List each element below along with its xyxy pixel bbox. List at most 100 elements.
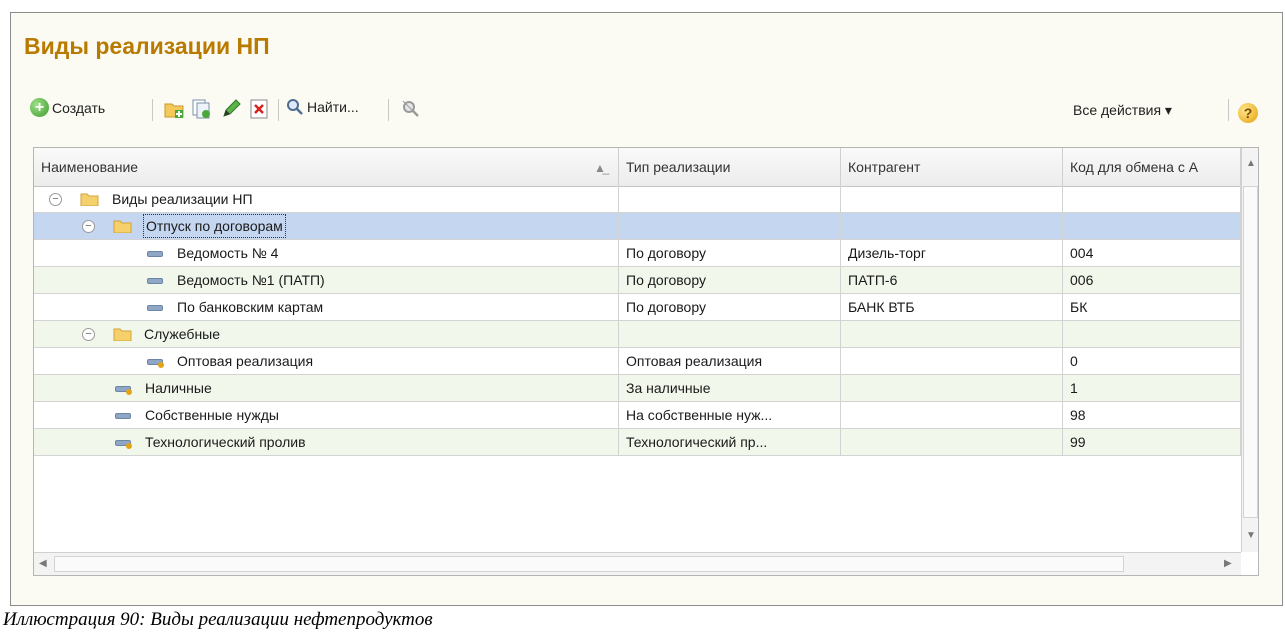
collapse-icon[interactable]: − [82, 328, 95, 341]
delete-mark-icon[interactable] [248, 98, 270, 120]
scroll-right-icon[interactable]: ▶ [1224, 558, 1232, 569]
name-cell: − Служебные [34, 321, 619, 347]
item-icon [115, 413, 131, 419]
code-cell: 99 [1063, 429, 1241, 455]
page-title: Виды реализации НП [24, 33, 270, 59]
create-button[interactable]: + Создать [30, 98, 105, 117]
row-name: Ведомость № 4 [177, 245, 279, 261]
name-cell: По банковским картам [34, 294, 619, 320]
collapse-icon[interactable]: − [49, 193, 62, 206]
create-label: Создать [52, 99, 106, 116]
horizontal-scroll-thumb[interactable] [54, 556, 1124, 572]
table-row[interactable]: По банковским картам По договору БАНК ВТ… [34, 294, 1241, 321]
toolbar: + Создать Найти... Все действия ▾ [30, 94, 1270, 128]
row-name: Ведомость №1 (ПАТП) [177, 272, 325, 288]
code-cell [1063, 213, 1241, 239]
counterparty-cell: ПАТП-6 [841, 267, 1063, 293]
counterparty-cell: БАНК ВТБ [841, 294, 1063, 320]
figure-caption: Иллюстрация 90: Виды реализации нефтепро… [3, 609, 433, 630]
add-icon: + [30, 98, 49, 117]
type-cell: Оптовая реализация [619, 348, 841, 374]
item-icon [147, 251, 163, 257]
table-row[interactable]: − Виды реализации НП [34, 186, 1241, 213]
code-cell: 98 [1063, 402, 1241, 428]
name-cell: − Виды реализации НП [34, 186, 619, 212]
scroll-up-icon[interactable]: ▲ [1246, 158, 1256, 169]
edit-pencil-icon[interactable] [220, 98, 242, 120]
copy-icon[interactable] [190, 98, 212, 120]
column-header-counterparty[interactable]: Контрагент [841, 148, 1063, 186]
type-cell [619, 213, 841, 239]
type-cell: За наличные [619, 375, 841, 401]
type-cell: Технологический пр... [619, 429, 841, 455]
counterparty-cell: Дизель-торг [841, 240, 1063, 266]
item-icon [147, 305, 163, 311]
folder-icon [113, 328, 132, 341]
help-icon[interactable]: ? [1238, 103, 1258, 123]
name-cell: Собственные нужды [34, 402, 619, 428]
table-row[interactable]: Собственные нужды На собственные нуж... … [34, 402, 1241, 429]
name-cell: Ведомость №1 (ПАТП) [34, 267, 619, 293]
code-cell [1063, 321, 1241, 347]
horizontal-scrollbar[interactable]: ◀ ▶ [34, 552, 1241, 575]
table-row[interactable]: Оптовая реализация Оптовая реализация 0 [34, 348, 1241, 375]
item-icon [147, 278, 163, 284]
vertical-scroll-thumb[interactable] [1243, 186, 1258, 518]
counterparty-cell [841, 348, 1063, 374]
folder-icon [113, 220, 132, 233]
predefined-dot-icon [126, 389, 132, 395]
toolbar-separator [1228, 99, 1229, 121]
column-header-code[interactable]: Код для обмена с А [1063, 148, 1241, 186]
hierarchical-list[interactable]: Наименование ▲̲ Тип реализации Контраген… [33, 147, 1259, 576]
toolbar-separator [278, 99, 279, 121]
row-name: Наличные [145, 380, 212, 396]
type-cell: По договору [619, 240, 841, 266]
table-row[interactable]: Ведомость № 4 По договору Дизель-торг 00… [34, 240, 1241, 267]
type-cell: По договору [619, 294, 841, 320]
name-cell: Оптовая реализация [34, 348, 619, 374]
name-cell: − Отпуск по договорам [34, 213, 619, 239]
magnifier-icon [287, 99, 303, 115]
row-name: Оптовая реализация [177, 353, 314, 369]
collapse-icon[interactable]: − [82, 220, 95, 233]
column-header-name[interactable]: Наименование [34, 148, 619, 186]
code-cell: 004 [1063, 240, 1241, 266]
counterparty-cell [841, 375, 1063, 401]
row-name: Собственные нужды [145, 407, 279, 423]
table-row[interactable]: Ведомость №1 (ПАТП) По договору ПАТП-6 0… [34, 267, 1241, 294]
code-cell: 1 [1063, 375, 1241, 401]
name-cell: Ведомость № 4 [34, 240, 619, 266]
toolbar-separator [388, 99, 389, 121]
find-button[interactable]: Найти... [286, 98, 359, 116]
table-row[interactable]: − Служебные [34, 321, 1241, 348]
table-row[interactable]: Наличные За наличные 1 [34, 375, 1241, 402]
name-cell: Технологический пролив [34, 429, 619, 455]
row-name: Отпуск по договорам [143, 214, 286, 238]
counterparty-cell [841, 321, 1063, 347]
code-cell: БК [1063, 294, 1241, 320]
type-cell [619, 321, 841, 347]
code-cell: 006 [1063, 267, 1241, 293]
predefined-dot-icon [126, 443, 132, 449]
row-name: Технологический пролив [145, 434, 306, 450]
code-cell [1063, 186, 1241, 212]
table-row[interactable]: − Отпуск по договорам [34, 213, 1241, 240]
column-header-type[interactable]: Тип реализации [619, 148, 841, 186]
code-cell: 0 [1063, 348, 1241, 374]
predefined-dot-icon [158, 362, 164, 368]
scroll-down-icon[interactable]: ▼ [1246, 530, 1256, 541]
row-name: Виды реализации НП [112, 191, 253, 207]
scroll-left-icon[interactable]: ◀ [39, 558, 47, 569]
row-name: По банковским картам [177, 299, 324, 315]
cancel-search-icon[interactable] [400, 98, 422, 120]
vertical-scrollbar[interactable]: ▲ ▼ [1241, 148, 1258, 552]
counterparty-cell [841, 213, 1063, 239]
create-group-icon[interactable] [163, 98, 185, 120]
table-row[interactable]: Технологический пролив Технологический п… [34, 429, 1241, 456]
all-actions-button[interactable]: Все действия ▾ [1073, 102, 1172, 119]
name-cell: Наличные [34, 375, 619, 401]
sort-icon[interactable]: ▲̲ [594, 161, 606, 175]
row-name: Служебные [144, 326, 221, 342]
counterparty-cell [841, 429, 1063, 455]
type-cell [619, 186, 841, 212]
